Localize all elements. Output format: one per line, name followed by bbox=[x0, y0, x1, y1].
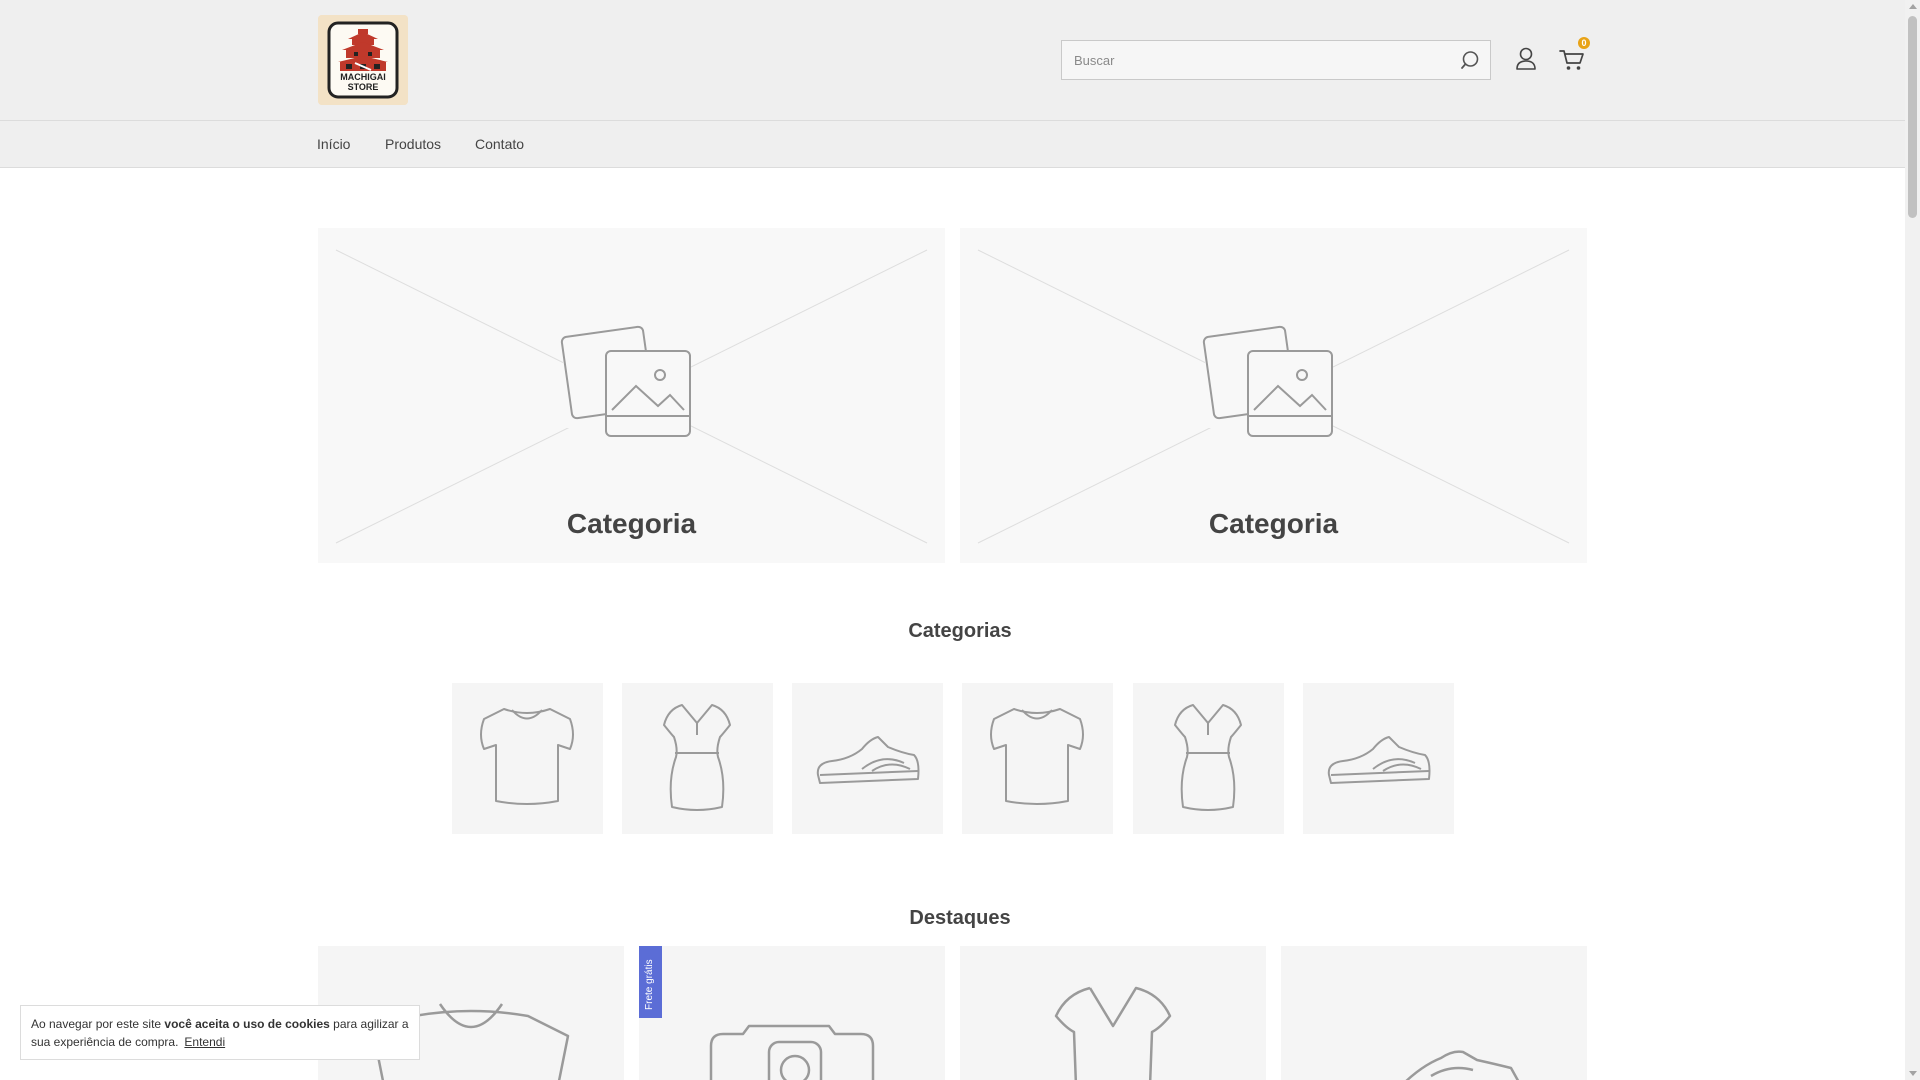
cart-icon bbox=[1559, 50, 1584, 70]
tshirt-icon bbox=[990, 708, 1084, 805]
categories-title: Categorias bbox=[908, 620, 1012, 642]
store-logo[interactable]: MACHIGAI STORE bbox=[318, 15, 408, 105]
page-scrollbar[interactable] bbox=[1905, 0, 1920, 1080]
camera-icon bbox=[709, 1024, 875, 1080]
category-tile[interactable] bbox=[1303, 683, 1454, 834]
dress-icon bbox=[663, 704, 731, 811]
logo-image: MACHIGAI STORE bbox=[318, 15, 408, 105]
category-tile[interactable] bbox=[792, 683, 943, 834]
search-input[interactable] bbox=[1062, 41, 1442, 79]
search-icon bbox=[1461, 51, 1479, 69]
category-tile[interactable] bbox=[452, 683, 603, 834]
cookie-text-bold: você aceita o uso de cookies bbox=[164, 1017, 330, 1031]
logo-text-line1: MACHIGAI bbox=[340, 72, 386, 82]
free-shipping-label: Frete grátis bbox=[644, 959, 655, 1010]
category-tile[interactable] bbox=[622, 683, 773, 834]
product-card[interactable] bbox=[960, 946, 1266, 1080]
banner-title: Categoria bbox=[566, 508, 697, 539]
category-banner[interactable]: Categoria bbox=[960, 228, 1587, 563]
featured-title: Destaques bbox=[909, 907, 1011, 929]
scroll-down-arrow-icon[interactable] bbox=[1909, 1071, 1917, 1076]
cookie-banner: Ao navegar por este site você aceita o u… bbox=[20, 1005, 420, 1060]
tshirt-icon bbox=[480, 708, 574, 805]
cookie-accept-link[interactable]: Entendi bbox=[184, 1035, 225, 1049]
main-nav: Início Produtos Contato bbox=[0, 121, 1905, 168]
user-icon bbox=[1516, 47, 1536, 70]
account-button[interactable] bbox=[1515, 47, 1537, 71]
site-header: MACHIGAI STORE 0 bbox=[0, 0, 1905, 121]
sneaker-icon bbox=[816, 736, 920, 784]
category-banner[interactable]: Categoria bbox=[318, 228, 945, 563]
search-button[interactable] bbox=[1460, 50, 1480, 70]
sneaker-icon bbox=[1327, 736, 1431, 784]
dress-icon bbox=[1174, 704, 1242, 811]
banner-title: Categoria bbox=[1208, 508, 1339, 539]
category-tile[interactable] bbox=[962, 683, 1113, 834]
product-card[interactable] bbox=[639, 946, 945, 1080]
sneaker-icon bbox=[1405, 1050, 1520, 1080]
logo-text-line2: STORE bbox=[348, 82, 379, 92]
nav-item-produtos[interactable]: Produtos bbox=[385, 136, 441, 152]
scrollbar-thumb[interactable] bbox=[1908, 16, 1917, 218]
category-tile[interactable] bbox=[1133, 683, 1284, 834]
scroll-up-arrow-icon[interactable] bbox=[1909, 4, 1917, 9]
nav-item-inicio[interactable]: Início bbox=[317, 136, 350, 152]
search-box bbox=[1061, 40, 1491, 80]
cookie-text-before: Ao navegar por este site bbox=[31, 1017, 165, 1031]
product-card[interactable] bbox=[1281, 946, 1587, 1080]
cart-button[interactable] bbox=[1559, 48, 1585, 72]
cart-count-badge: 0 bbox=[1578, 37, 1590, 49]
free-shipping-tag: Frete grátis bbox=[639, 946, 662, 1018]
nav-item-contato[interactable]: Contato bbox=[475, 136, 524, 152]
dress-icon bbox=[1054, 986, 1172, 1080]
